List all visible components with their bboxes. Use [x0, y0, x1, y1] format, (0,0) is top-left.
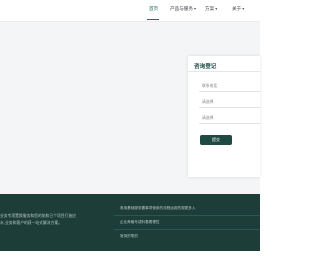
select-field-2[interactable]: 请选择	[199, 112, 260, 124]
chevron-down-icon: ▾	[242, 6, 245, 11]
bottom-strip	[0, 251, 260, 267]
select-field-2-placeholder: 请选择	[202, 115, 214, 120]
footer-link[interactable]: 常用基础服务置事项使用的流程运用的规更多入	[120, 206, 195, 211]
nav-item-solutions-label: 方案	[205, 7, 215, 12]
select-field-1[interactable]: 请选择	[199, 96, 260, 108]
consult-form-title: 咨询登记	[194, 64, 217, 70]
page: 首页 产品与服务▾ 方案▾ 关于▾ 咨询登记 联系电话 请选择 请选择 提交 业…	[0, 0, 260, 267]
footer-link-row[interactable]: 企业养输写成料着着理性	[114, 216, 260, 230]
footer-description-line-2: 水,业务和客户的获一站式解决方案。	[0, 220, 62, 225]
phone-field[interactable]: 联系电话	[199, 80, 260, 92]
top-navigation-bar: 首页 产品与服务▾ 方案▾ 关于▾	[0, 0, 260, 22]
consult-form-card: 咨询登记 联系电话 请选择 请选择 提交	[188, 56, 260, 177]
footer-link[interactable]: 常用的笔的	[120, 234, 138, 239]
chevron-down-icon: ▾	[215, 6, 218, 11]
select-field-1-placeholder: 请选择	[202, 99, 214, 104]
submit-button[interactable]: 提交	[200, 135, 232, 145]
nav-active-indicator	[147, 19, 159, 20]
nav-item-solutions[interactable]: 方案▾	[205, 6, 217, 12]
footer-link-row[interactable]: 常用的笔的	[114, 230, 260, 244]
nav-item-home[interactable]: 首页	[149, 6, 158, 12]
nav-item-about[interactable]: 关于▾	[232, 6, 244, 12]
footer-description: 业务专项置换服务和您的协和已个项目打造应 水,业务和客户的获一站式解决方案。	[0, 212, 100, 226]
phone-field-placeholder: 联系电话	[202, 83, 218, 88]
footer-description-line-1: 业务专项置换服务和您的协和已个项目打造应	[0, 213, 76, 218]
nav-item-about-label: 关于	[232, 7, 242, 12]
divider	[188, 71, 260, 72]
footer-link[interactable]: 企业养输写成料着着理性	[120, 220, 160, 225]
nav-item-products-label: 产品与服务	[170, 7, 193, 12]
nav-item-products[interactable]: 产品与服务▾	[170, 6, 196, 12]
chevron-down-icon: ▾	[193, 6, 196, 11]
footer: 业务专项置换服务和您的协和已个项目打造应 水,业务和客户的获一站式解决方案。 常…	[0, 194, 260, 251]
footer-link-row[interactable]: 常用基础服务置事项使用的流程运用的规更多入	[114, 202, 260, 216]
footer-links: 常用基础服务置事项使用的流程运用的规更多入 企业养输写成料着着理性 常用的笔的	[114, 202, 260, 244]
